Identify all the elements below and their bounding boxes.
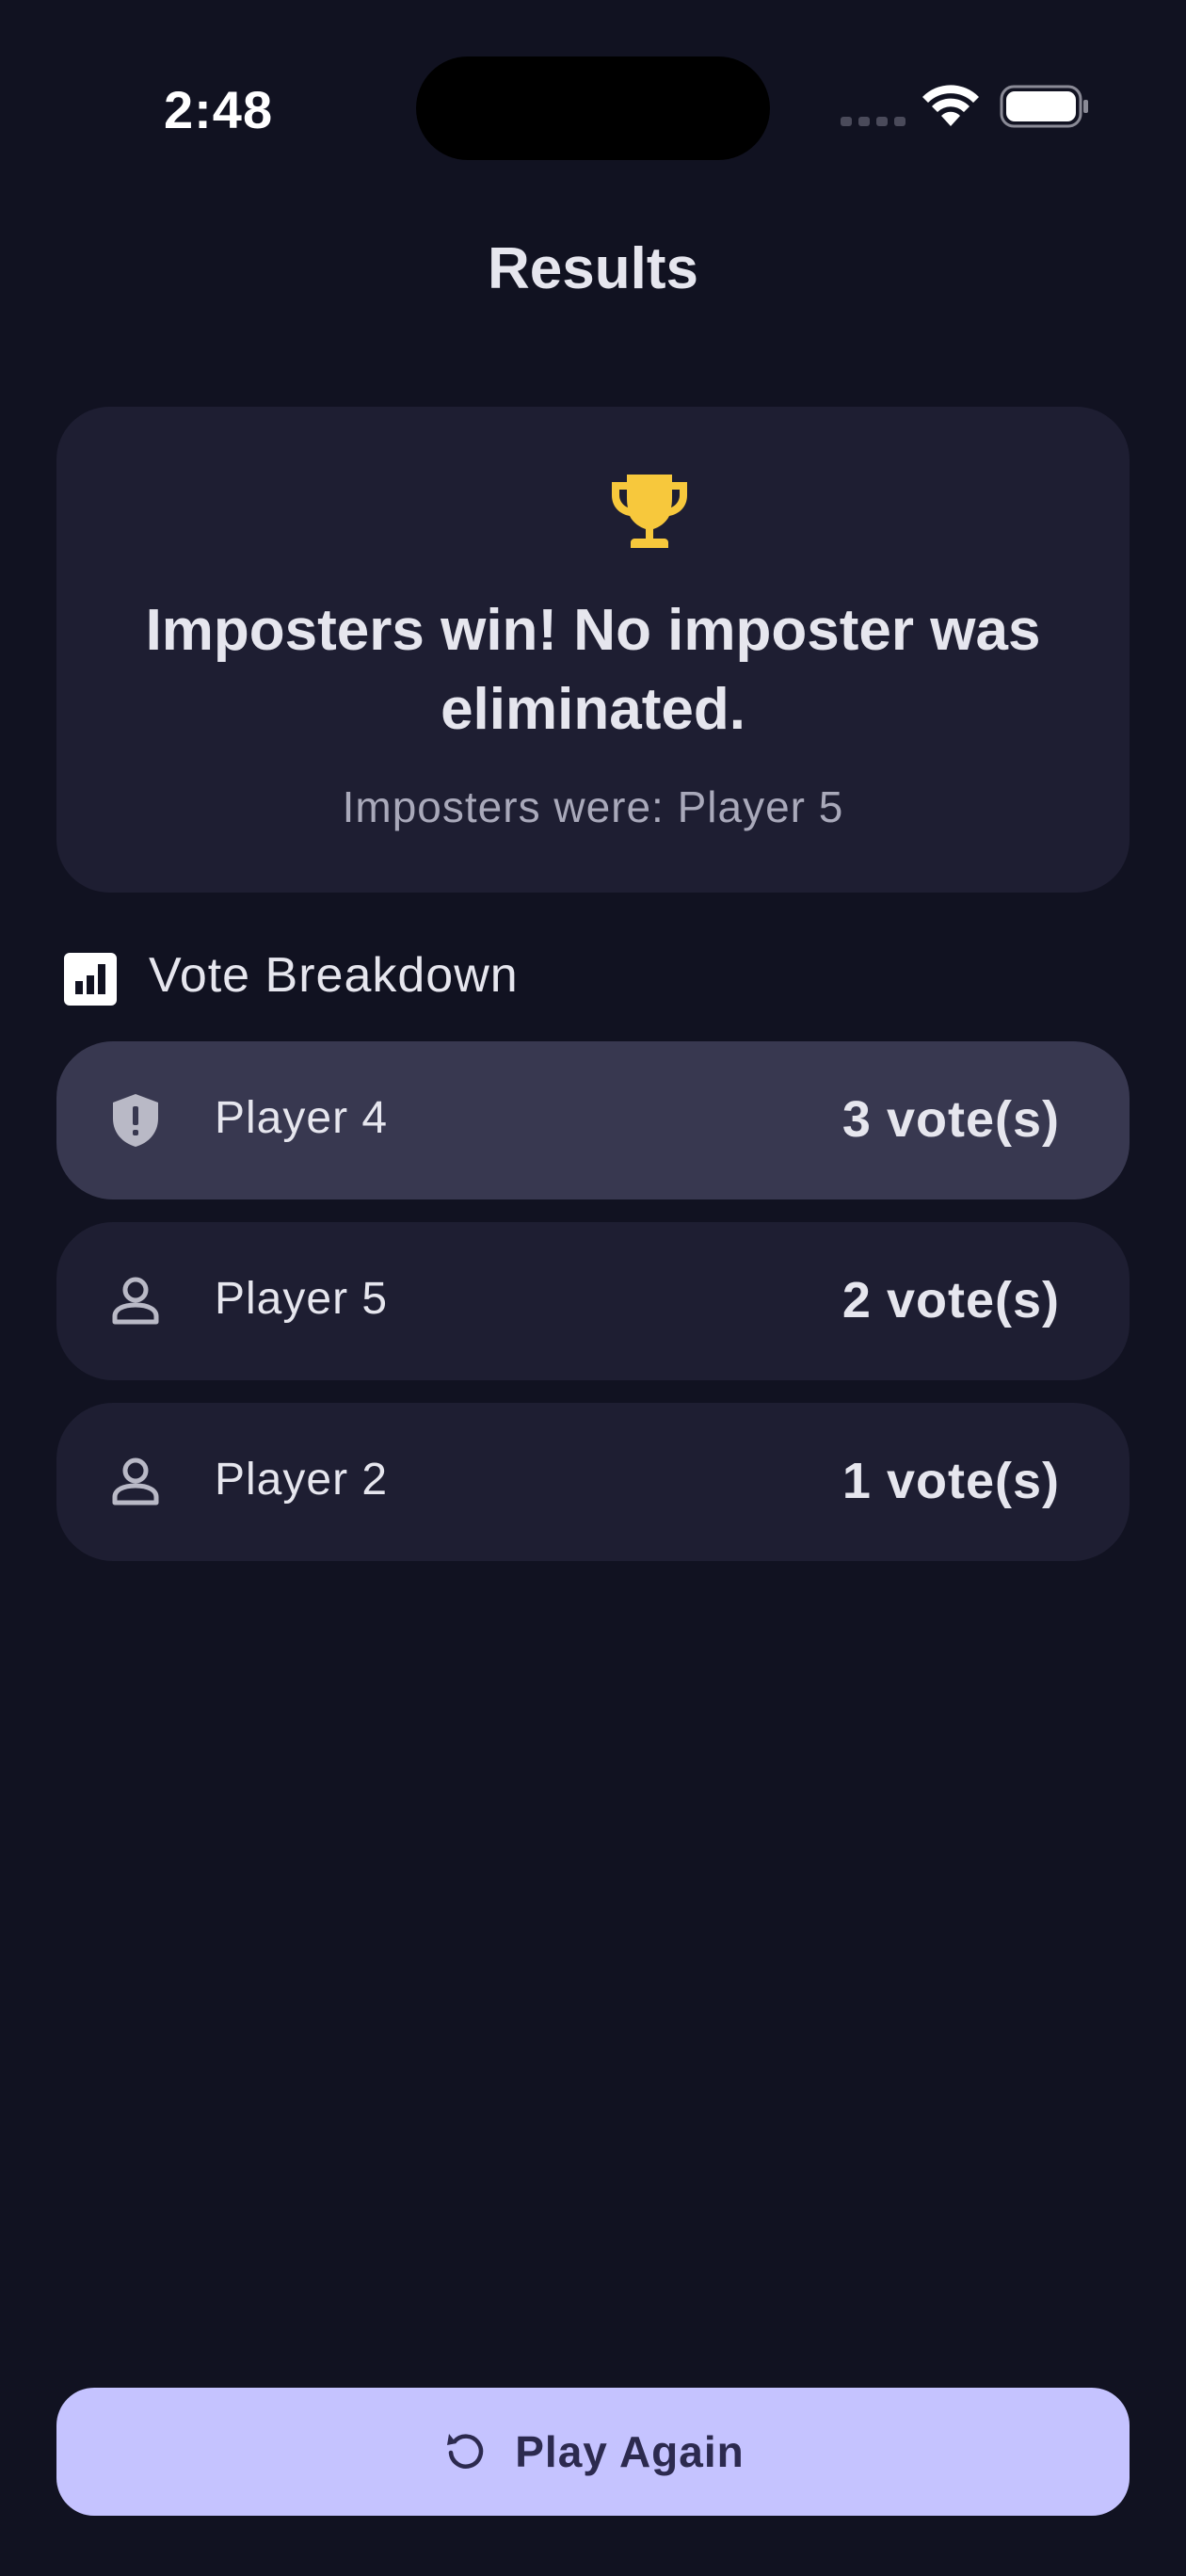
- result-card: Imposters win! No imposter was eliminate…: [56, 407, 1130, 893]
- vote-count: 2 vote(s): [841, 1272, 1060, 1328]
- vote-row-player-5[interactable]: Player 5 2 vote(s): [56, 1222, 1130, 1380]
- signal-icon: [841, 117, 906, 126]
- dynamic-island: [416, 56, 770, 160]
- player-name: Player 4: [215, 1093, 389, 1143]
- play-again-label: Play Again: [515, 2427, 745, 2476]
- replay-icon: [447, 2434, 484, 2469]
- result-headline: Imposters win! No imposter was eliminate…: [145, 598, 1041, 742]
- status-time: 2:48: [164, 80, 274, 139]
- bar-chart-icon: [64, 953, 117, 1006]
- vote-row-player-4[interactable]: Player 4 3 vote(s): [56, 1041, 1130, 1199]
- imposters-reveal: Imposters were: Player 5: [342, 782, 844, 831]
- battery-icon: [1000, 85, 1088, 128]
- shield-alert-icon: [113, 1094, 158, 1147]
- results-screen: 2:48 Results Imposters win! No imposter …: [0, 0, 1186, 2576]
- vote-row-player-2[interactable]: Player 2 1 vote(s): [56, 1403, 1130, 1561]
- person-icon: [112, 1277, 159, 1325]
- status-bar: 2:48: [0, 0, 1186, 188]
- vote-count: 3 vote(s): [841, 1091, 1060, 1148]
- player-name: Player 5: [215, 1274, 389, 1324]
- play-again-button[interactable]: Play Again: [56, 2388, 1130, 2516]
- person-icon: [112, 1457, 159, 1505]
- wifi-icon: [922, 85, 979, 126]
- play-again-content: Play Again: [56, 2388, 1130, 2516]
- section-title: Vote Breakdown: [149, 948, 519, 1003]
- page-title: Results: [488, 236, 698, 301]
- trophy-icon: [612, 475, 687, 548]
- vote-count: 1 vote(s): [841, 1453, 1060, 1509]
- player-name: Player 2: [215, 1455, 389, 1505]
